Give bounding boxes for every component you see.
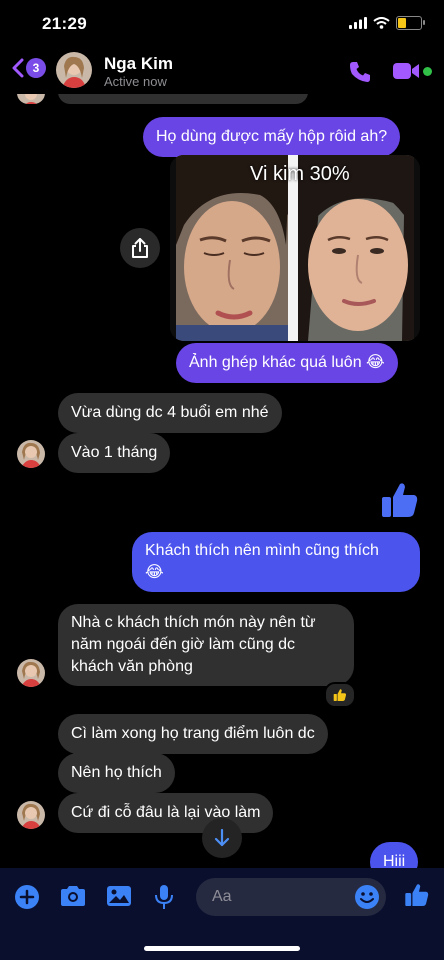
battery-icon: [396, 16, 425, 30]
voice-message-button[interactable]: [154, 884, 174, 915]
contact-avatar-small: [17, 801, 45, 829]
message-line: Khách thích nên mình cũng thích: [145, 542, 379, 559]
image-icon: [107, 886, 131, 906]
message-line: năm ngoái đến giờ làm cũng dc: [71, 636, 295, 653]
incoming-message[interactable]: Cứ đi cỗ đâu là lại vào làm: [58, 793, 274, 833]
camera-icon: [61, 886, 85, 906]
outgoing-message[interactable]: Họ dùng được mấy hộp rôid ah?: [143, 117, 401, 157]
incoming-message[interactable]: Nhà c khách thích món này nên từ năm ngo…: [58, 604, 354, 686]
contact-active-status: Active now: [104, 74, 167, 89]
share-icon: [132, 238, 148, 258]
status-time: 21:29: [42, 14, 87, 33]
signal-icon: [349, 17, 367, 29]
microphone-icon: [155, 885, 173, 909]
emoji-icon: [355, 885, 379, 909]
contact-avatar-small: [17, 440, 45, 468]
emoji-button[interactable]: [354, 884, 380, 915]
gallery-button[interactable]: [106, 884, 132, 913]
status-icons: [349, 16, 425, 30]
share-button[interactable]: [120, 228, 160, 268]
incoming-message[interactable]: Vào 1 tháng: [58, 433, 171, 473]
contact-name[interactable]: Nga Kim: [104, 54, 173, 74]
incoming-message[interactable]: Cì làm xong họ trang điểm luôn dc: [58, 714, 328, 754]
back-button[interactable]: 3: [12, 58, 46, 78]
send-like-button[interactable]: [404, 882, 430, 913]
message-line: Nhà c khách thích món này nên từ: [71, 614, 316, 631]
outgoing-message[interactable]: Khách thích nên mình cũng thích 😂: [132, 532, 420, 592]
home-indicator: [144, 946, 300, 951]
video-call-button[interactable]: [392, 60, 420, 87]
photo-message[interactable]: Vi kim 30%: [170, 155, 420, 341]
message-line: khách văn phòng: [71, 658, 193, 675]
incoming-message[interactable]: Nên họ thích: [58, 753, 175, 793]
voice-call-button[interactable]: [348, 60, 372, 89]
online-indicator: [423, 67, 432, 76]
contact-avatar[interactable]: [56, 52, 92, 88]
plus-icon: [15, 885, 39, 909]
phone-icon: [350, 62, 370, 82]
thumbs-up-message[interactable]: [380, 480, 420, 525]
thumbs-up-icon: [382, 483, 418, 517]
video-camera-icon: [393, 63, 419, 79]
thumbs-up-icon: [405, 884, 429, 907]
chevron-left-icon: [12, 58, 24, 78]
incoming-message[interactable]: Vừa dùng dc 4 buổi em nhé: [58, 393, 282, 433]
outgoing-message[interactable]: Ảnh ghép khác quá luôn 😂: [176, 343, 398, 383]
message-line: 😂: [145, 564, 164, 581]
photo-caption: Vi kim 30%: [250, 163, 350, 185]
camera-button[interactable]: [59, 884, 87, 913]
scroll-to-bottom-button[interactable]: [202, 818, 242, 858]
chat-header: 3 Nga Kim Active now: [0, 46, 444, 94]
wifi-icon: [373, 17, 390, 29]
unread-badge: 3: [26, 58, 46, 78]
arrow-down-icon: [214, 829, 230, 847]
thumbs-up-icon: [333, 689, 347, 701]
status-bar: 21:29: [0, 0, 444, 48]
reaction-badge[interactable]: [324, 682, 356, 708]
more-actions-button[interactable]: [14, 884, 40, 915]
contact-avatar-small: [17, 659, 45, 687]
